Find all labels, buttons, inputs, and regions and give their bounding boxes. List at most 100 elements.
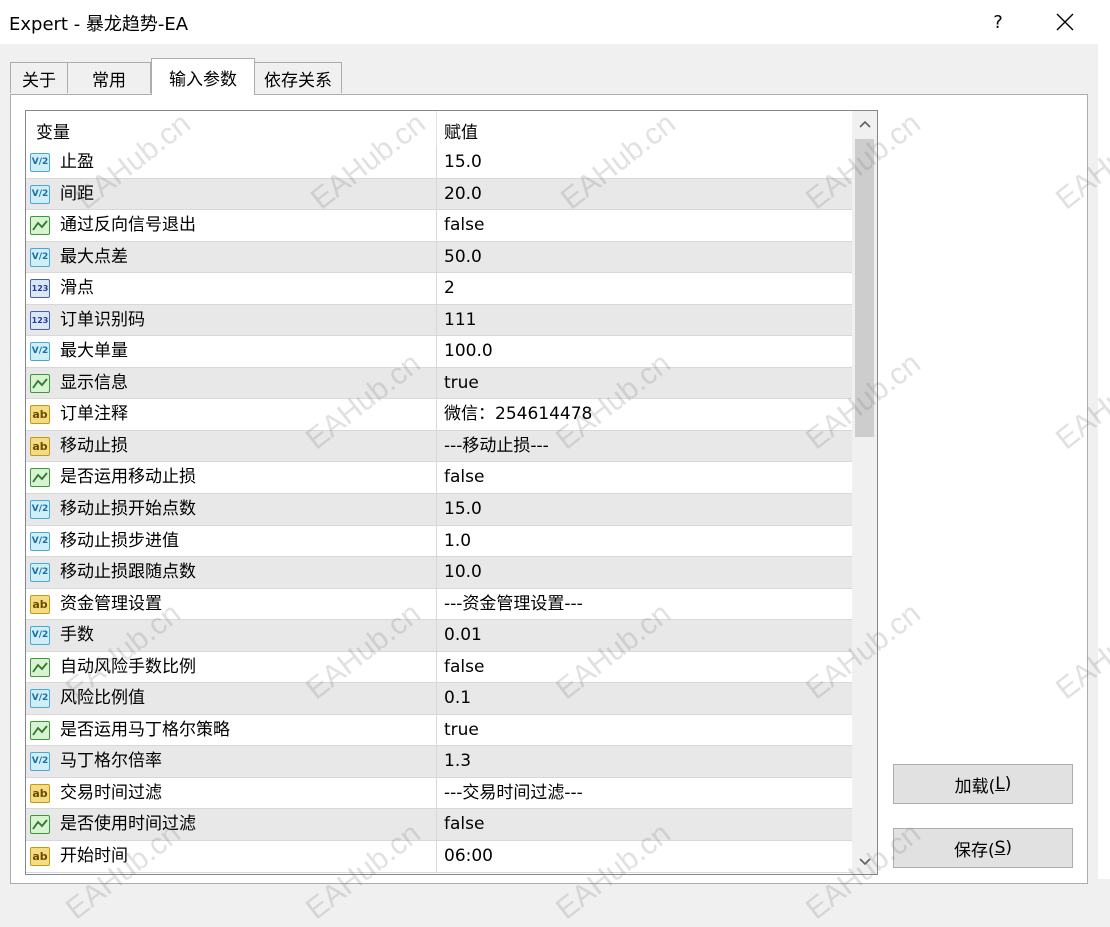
table-row[interactable]: V/2 最大点差 50.0 <box>26 241 852 274</box>
header-divider[interactable] <box>436 111 437 147</box>
load-button[interactable]: 加载(L) <box>893 764 1073 804</box>
table-row[interactable]: V/2 手数 0.01 <box>26 620 852 652</box>
tab-common[interactable]: 常用 <box>67 62 151 93</box>
scroll-down-button[interactable] <box>852 849 877 874</box>
parameter-value[interactable]: 100.0 <box>444 336 493 367</box>
table-row[interactable]: ab 交易时间过滤 ---交易时间过滤--- <box>26 777 852 810</box>
load-label-end: ) <box>1004 774 1012 794</box>
save-button[interactable]: 保存(S) <box>893 828 1073 868</box>
table-row[interactable]: 123 滑点 2 <box>26 273 852 305</box>
parameter-value[interactable]: 15.0 <box>444 494 482 525</box>
table-row[interactable]: V/2 风险比例值 0.1 <box>26 683 852 715</box>
tab-label: 关于 <box>22 70 56 91</box>
parameter-value[interactable]: 111 <box>444 305 476 336</box>
tab-inputs[interactable]: 输入参数 <box>151 58 255 95</box>
parameter-name: 手数 <box>60 625 94 646</box>
string-type-icon: ab <box>30 436 50 456</box>
help-button[interactable]: ? <box>978 0 1018 44</box>
tab-dependencies[interactable]: 依存关系 <box>254 62 342 93</box>
table-row[interactable]: ab 订单注释 微信：254614478 <box>26 399 852 431</box>
parameter-name: 风险比例值 <box>60 688 145 709</box>
header-value[interactable]: 赋值 <box>444 118 478 143</box>
integer-type-icon: 123 <box>30 279 50 299</box>
table-row[interactable]: V/2 移动止损开始点数 15.0 <box>26 494 852 526</box>
table-row[interactable]: V/2 移动止损跟随点数 10.0 <box>26 557 852 589</box>
parameter-value[interactable]: true <box>444 368 479 399</box>
chevron-up-icon <box>858 120 871 128</box>
parameter-name: 滑点 <box>60 278 94 299</box>
table-row[interactable]: V/2 最大单量 100.0 <box>26 336 852 368</box>
double-type-icon: V/2 <box>30 500 50 520</box>
tab-about[interactable]: 关于 <box>10 62 68 93</box>
cell-divider <box>436 557 437 588</box>
cell-divider <box>436 336 437 367</box>
parameter-value[interactable]: 微信：254614478 <box>444 399 592 430</box>
cell-divider <box>436 651 437 683</box>
parameter-name: 马丁格尔倍率 <box>60 751 162 772</box>
parameter-name: 间距 <box>60 183 94 204</box>
table-row[interactable]: 显示信息 true <box>26 367 852 400</box>
parameter-name: 止盈 <box>60 152 94 172</box>
parameter-value[interactable]: 20.0 <box>444 179 482 210</box>
cell-divider <box>436 178 437 210</box>
parameter-value[interactable]: ---移动止损--- <box>444 431 549 462</box>
parameter-value[interactable]: false <box>444 210 484 241</box>
parameter-name: 开始时间 <box>60 846 128 867</box>
table-row[interactable]: V/2 移动止损步进值 1.0 <box>26 525 852 558</box>
table-row[interactable]: V/2 间距 20.0 <box>26 178 852 211</box>
parameter-value[interactable]: 50.0 <box>444 242 482 273</box>
cell-divider <box>436 147 437 178</box>
integer-type-icon: 123 <box>30 310 50 330</box>
cell-divider <box>436 714 437 746</box>
parameter-value[interactable]: 06:00 <box>444 841 493 872</box>
table-row[interactable]: 是否运用马丁格尔策略 true <box>26 714 852 747</box>
parameter-value[interactable]: true <box>444 715 479 746</box>
parameter-value[interactable]: false <box>444 809 484 840</box>
header-variable[interactable]: 变量 <box>36 118 70 143</box>
double-type-icon: V/2 <box>30 563 50 583</box>
parameter-name: 移动止损跟随点数 <box>60 562 196 583</box>
table-row[interactable]: 通过反向信号退出 false <box>26 210 852 242</box>
table-row[interactable]: 自动风险手数比例 false <box>26 651 852 684</box>
close-button[interactable] <box>1040 0 1090 44</box>
cell-divider <box>436 525 437 557</box>
parameter-value[interactable]: 10.0 <box>444 557 482 588</box>
parameter-value[interactable]: 1.3 <box>444 746 471 777</box>
bool-type-icon <box>30 373 50 393</box>
parameter-value[interactable]: ---交易时间过滤--- <box>444 778 583 809</box>
close-icon <box>1056 13 1074 31</box>
bool-type-icon <box>30 815 50 835</box>
table-row[interactable]: ab 资金管理设置 ---资金管理设置--- <box>26 588 852 621</box>
parameter-value[interactable]: 0.1 <box>444 683 471 714</box>
table-row[interactable]: V/2 止盈 15.0 <box>26 147 852 179</box>
cell-divider <box>436 620 437 651</box>
parameter-value[interactable]: 1.0 <box>444 526 471 557</box>
cell-divider <box>436 367 437 399</box>
grid-header: 变量 赋值 <box>26 111 852 147</box>
save-label: 保存( <box>953 840 995 861</box>
double-type-icon: V/2 <box>30 689 50 709</box>
window-edge <box>1098 0 1110 879</box>
string-type-icon: ab <box>30 405 50 425</box>
parameter-value[interactable]: 15.0 <box>444 147 482 178</box>
table-row[interactable]: ab 开始时间 06:00 <box>26 841 852 873</box>
table-row[interactable]: 是否运用移动止损 false <box>26 462 852 495</box>
grid-rows: V/2 止盈 15.0 V/2 间距 20.0 通过反向信号退出 false V/2 最大点差 50… <box>26 147 852 873</box>
parameter-value[interactable]: ---资金管理设置--- <box>444 589 583 620</box>
cell-divider <box>436 777 437 809</box>
parameters-grid: 变量 赋值 V/2 止盈 15.0 V/2 间距 20.0 通过反向信号退出 false V/2… <box>25 110 878 875</box>
string-type-icon: ab <box>30 783 50 803</box>
scroll-up-button[interactable] <box>852 111 877 136</box>
parameter-value[interactable]: 2 <box>444 273 455 304</box>
table-row[interactable]: ab 移动止损 ---移动止损--- <box>26 430 852 463</box>
scroll-thumb[interactable] <box>855 139 874 437</box>
parameter-value[interactable]: false <box>444 652 484 683</box>
table-row[interactable]: 123 订单识别码 111 <box>26 304 852 337</box>
vertical-scrollbar[interactable] <box>852 111 877 874</box>
table-row[interactable]: V/2 马丁格尔倍率 1.3 <box>26 746 852 778</box>
load-accelerator: L <box>995 774 1005 794</box>
parameter-value[interactable]: 0.01 <box>444 620 482 651</box>
table-row[interactable]: 是否使用时间过滤 false <box>26 809 852 842</box>
parameter-value[interactable]: false <box>444 462 484 493</box>
parameter-name: 通过反向信号退出 <box>60 215 196 236</box>
